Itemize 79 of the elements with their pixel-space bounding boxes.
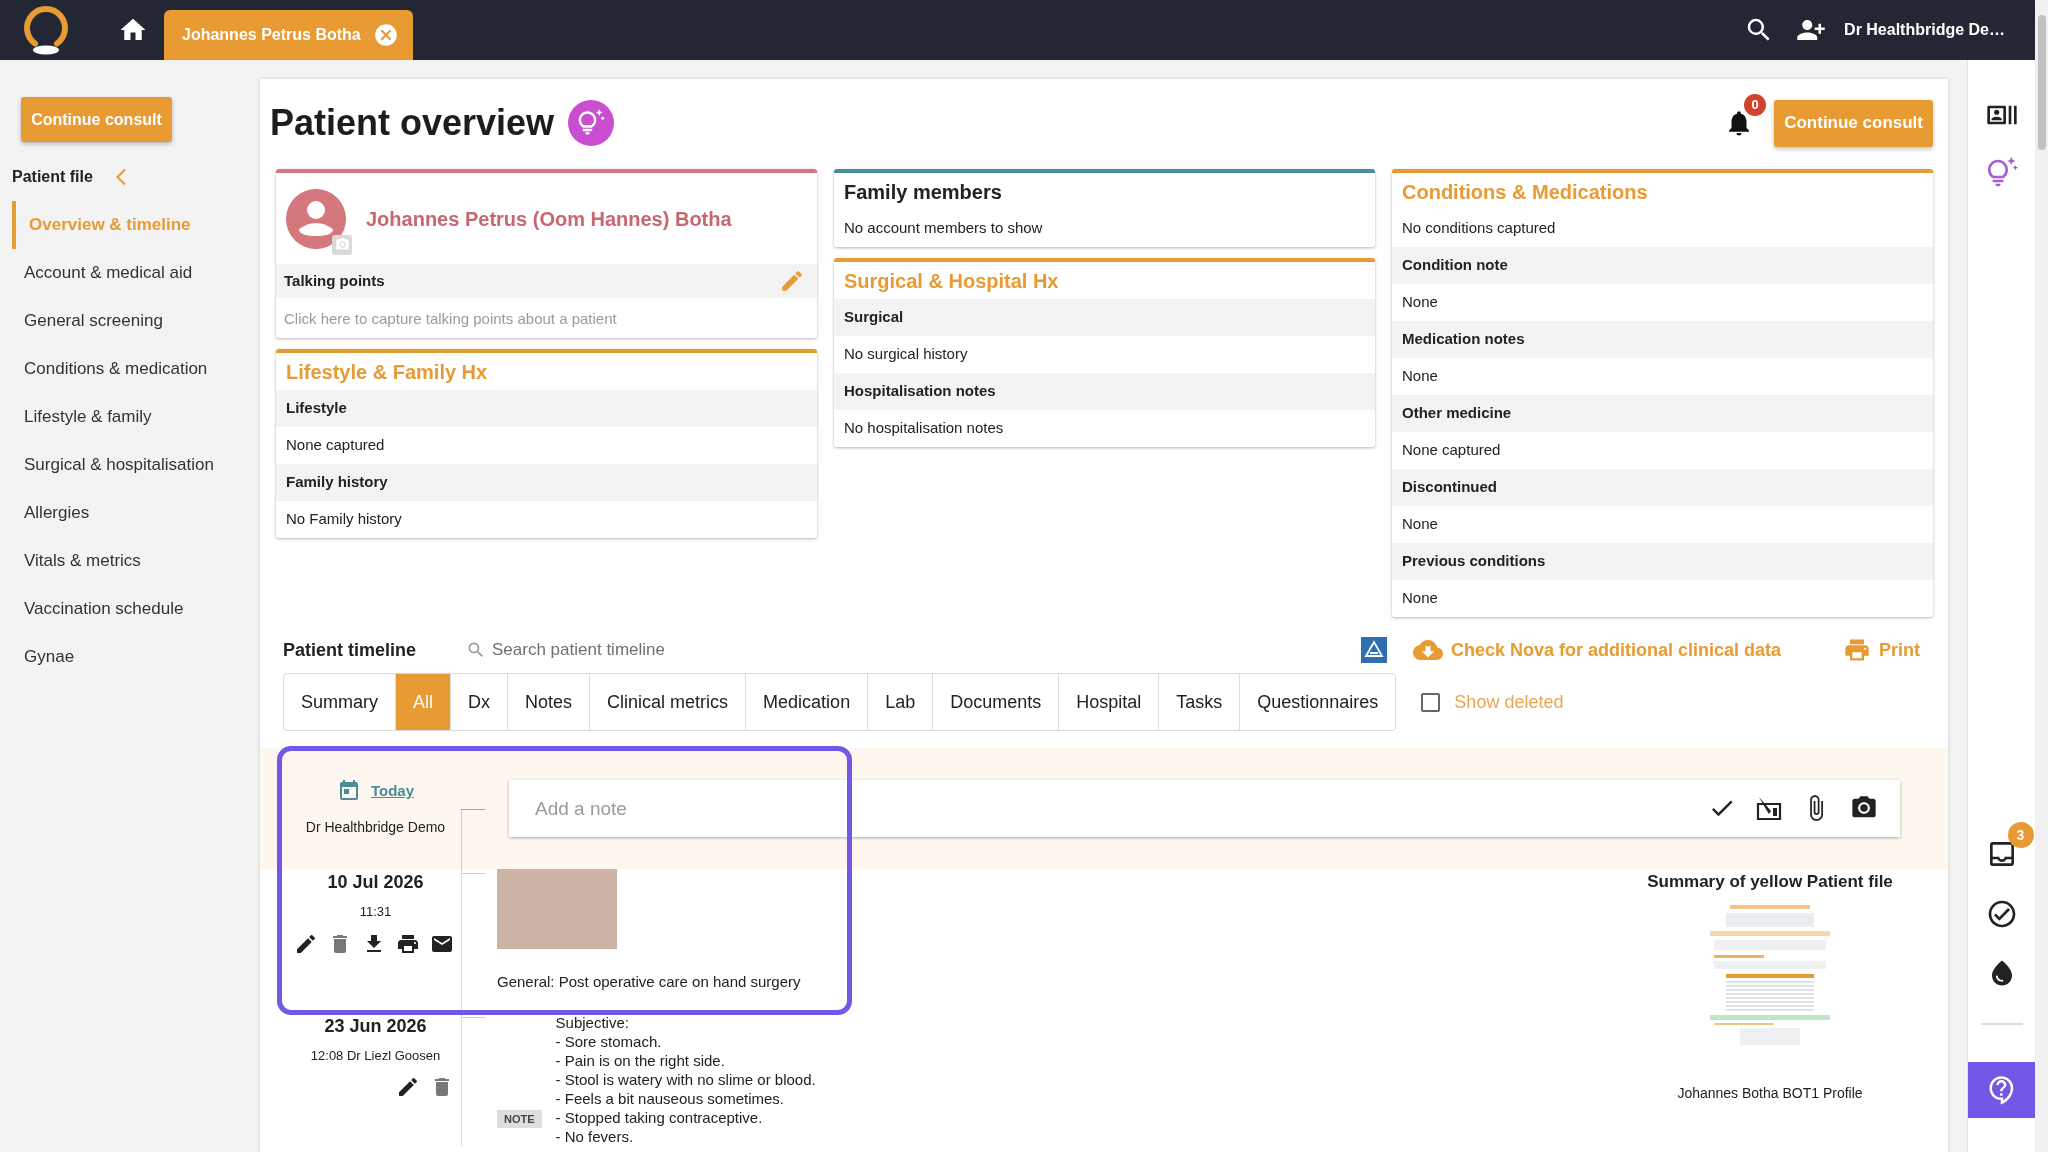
scrollbar-thumb[interactable] <box>2037 15 2046 150</box>
field-value: None <box>1402 292 1438 313</box>
timeline-tick <box>462 1016 486 1018</box>
today-link[interactable]: Today <box>370 779 415 803</box>
field-label: Discontinued <box>1392 469 1933 506</box>
field-label: Other medicine <box>1392 395 1933 432</box>
field-label: Condition note <box>1392 247 1933 284</box>
timeline-line <box>461 809 462 869</box>
field-label: Hospitalisation notes <box>834 373 1375 410</box>
user-menu[interactable]: Dr Healthbridge De… <box>1844 18 2005 42</box>
sidebar-item[interactable]: General screening <box>12 297 260 345</box>
sidebar-title: Patient file <box>12 167 93 187</box>
inbox-badge: 3 <box>2007 822 2034 848</box>
field-value: None <box>1402 366 1438 387</box>
filter-tab[interactable]: Documents <box>932 674 1059 730</box>
sidebar-item[interactable]: Lifestyle & family <box>12 393 260 441</box>
pencil-icon[interactable] <box>396 1075 420 1099</box>
page-title: Patient overview <box>270 101 555 145</box>
field-label: Medication notes <box>1392 321 1933 358</box>
sidebar-item[interactable]: Conditions & medication <box>12 345 260 393</box>
field-value: No surgical history <box>844 344 968 365</box>
filter-tab[interactable]: Notes <box>507 674 590 730</box>
card-title: Surgical & Hospital Hx <box>844 268 1059 294</box>
filter-tab[interactable]: Dx <box>450 674 508 730</box>
document-caption: Johannes Botha BOT1 Profile <box>1677 1083 1863 1103</box>
document-thumbnail-drawing[interactable] <box>1710 904 1830 1045</box>
field-label: Previous conditions <box>1392 543 1933 580</box>
filter-tab[interactable]: Clinical metrics <box>589 674 746 730</box>
filter-tab[interactable]: Medication <box>745 674 868 730</box>
field-value: None captured <box>286 435 385 456</box>
sidebar-item[interactable]: Vaccination schedule <box>12 585 260 633</box>
filter-tab[interactable]: Summary <box>284 674 395 730</box>
filter-tab[interactable]: Questionnaires <box>1239 674 1396 730</box>
help-button[interactable] <box>1967 1062 2036 1118</box>
field-value: No hospitalisation notes <box>844 418 1004 439</box>
talking-points-label: Talking points <box>284 270 385 291</box>
sidebar-item[interactable]: Surgical & hospitalisation <box>12 441 260 489</box>
notification-badge: 0 <box>1744 94 1767 116</box>
entry-meta: 12:08 Dr Liezl Goosen <box>310 1046 441 1065</box>
card-title: Conditions & Medications <box>1402 179 1648 205</box>
filter-tab[interactable]: Lab <box>867 674 933 730</box>
field-value: None <box>1402 588 1438 609</box>
field-value: No Family history <box>286 509 402 530</box>
note-tag: NOTE <box>497 1109 542 1128</box>
lightbulb-icon[interactable] <box>568 100 615 146</box>
note-input[interactable]: Add a note <box>509 780 1900 837</box>
lab-logo-icon[interactable] <box>1360 637 1387 663</box>
camera-badge-icon[interactable] <box>332 234 352 255</box>
entry-date: 10 Jul 2026 <box>327 871 424 894</box>
avatar-icon <box>286 188 346 249</box>
timeline-search-field[interactable]: Search patient timeline <box>492 635 733 665</box>
field-label: Lifestyle <box>276 390 817 427</box>
filter-tab[interactable]: Hospital <box>1058 674 1159 730</box>
sidebar-item[interactable]: Vitals & metrics <box>12 537 260 585</box>
field-value: None <box>1402 514 1438 535</box>
entry-date: 23 Jun 2026 <box>324 1014 427 1038</box>
timeline-title: Patient timeline <box>283 638 417 662</box>
field-value: No account members to show <box>844 218 1043 239</box>
card-title: Lifestyle & Family Hx <box>286 359 488 385</box>
filter-tab[interactable]: Tasks <box>1158 674 1240 730</box>
field-value: None captured <box>1402 440 1501 461</box>
timeline-tick <box>462 873 486 874</box>
timeline-connector <box>461 809 485 810</box>
field-label: Surgical <box>834 299 1375 336</box>
entry-meta: 11:31 <box>359 903 392 921</box>
note-text: Subjective: - Sore stomach. - Pain is on the right side. - Stool is watery with no slime or blood. - Feels a bit nauseous sometimes. - Stopped taking contraceptive. - No fevers. <box>555 1012 816 1146</box>
talking-points-field[interactable]: Click here to capture talking points about a patient <box>284 303 809 333</box>
sidebar-item[interactable]: Gynae <box>12 633 260 681</box>
sidebar-item[interactable]: Account & medical aid <box>12 249 260 297</box>
card-title: Family members <box>844 179 1002 205</box>
entry-caption: General: Post operative care on hand surgery <box>497 972 801 992</box>
sidebar-item[interactable]: Allergies <box>12 489 260 537</box>
lightbulb-icon[interactable] <box>1985 157 2018 189</box>
field-value: No conditions captured <box>1402 218 1556 239</box>
field-label: Family history <box>276 464 817 501</box>
document-title: Summary of yellow Patient file <box>1647 871 1893 893</box>
author-name: Dr Healthbridge Demo <box>305 818 446 837</box>
checkbox[interactable] <box>1421 692 1441 712</box>
patient-name: Johannes Petrus (Oom Hannes) Botha <box>366 206 732 232</box>
